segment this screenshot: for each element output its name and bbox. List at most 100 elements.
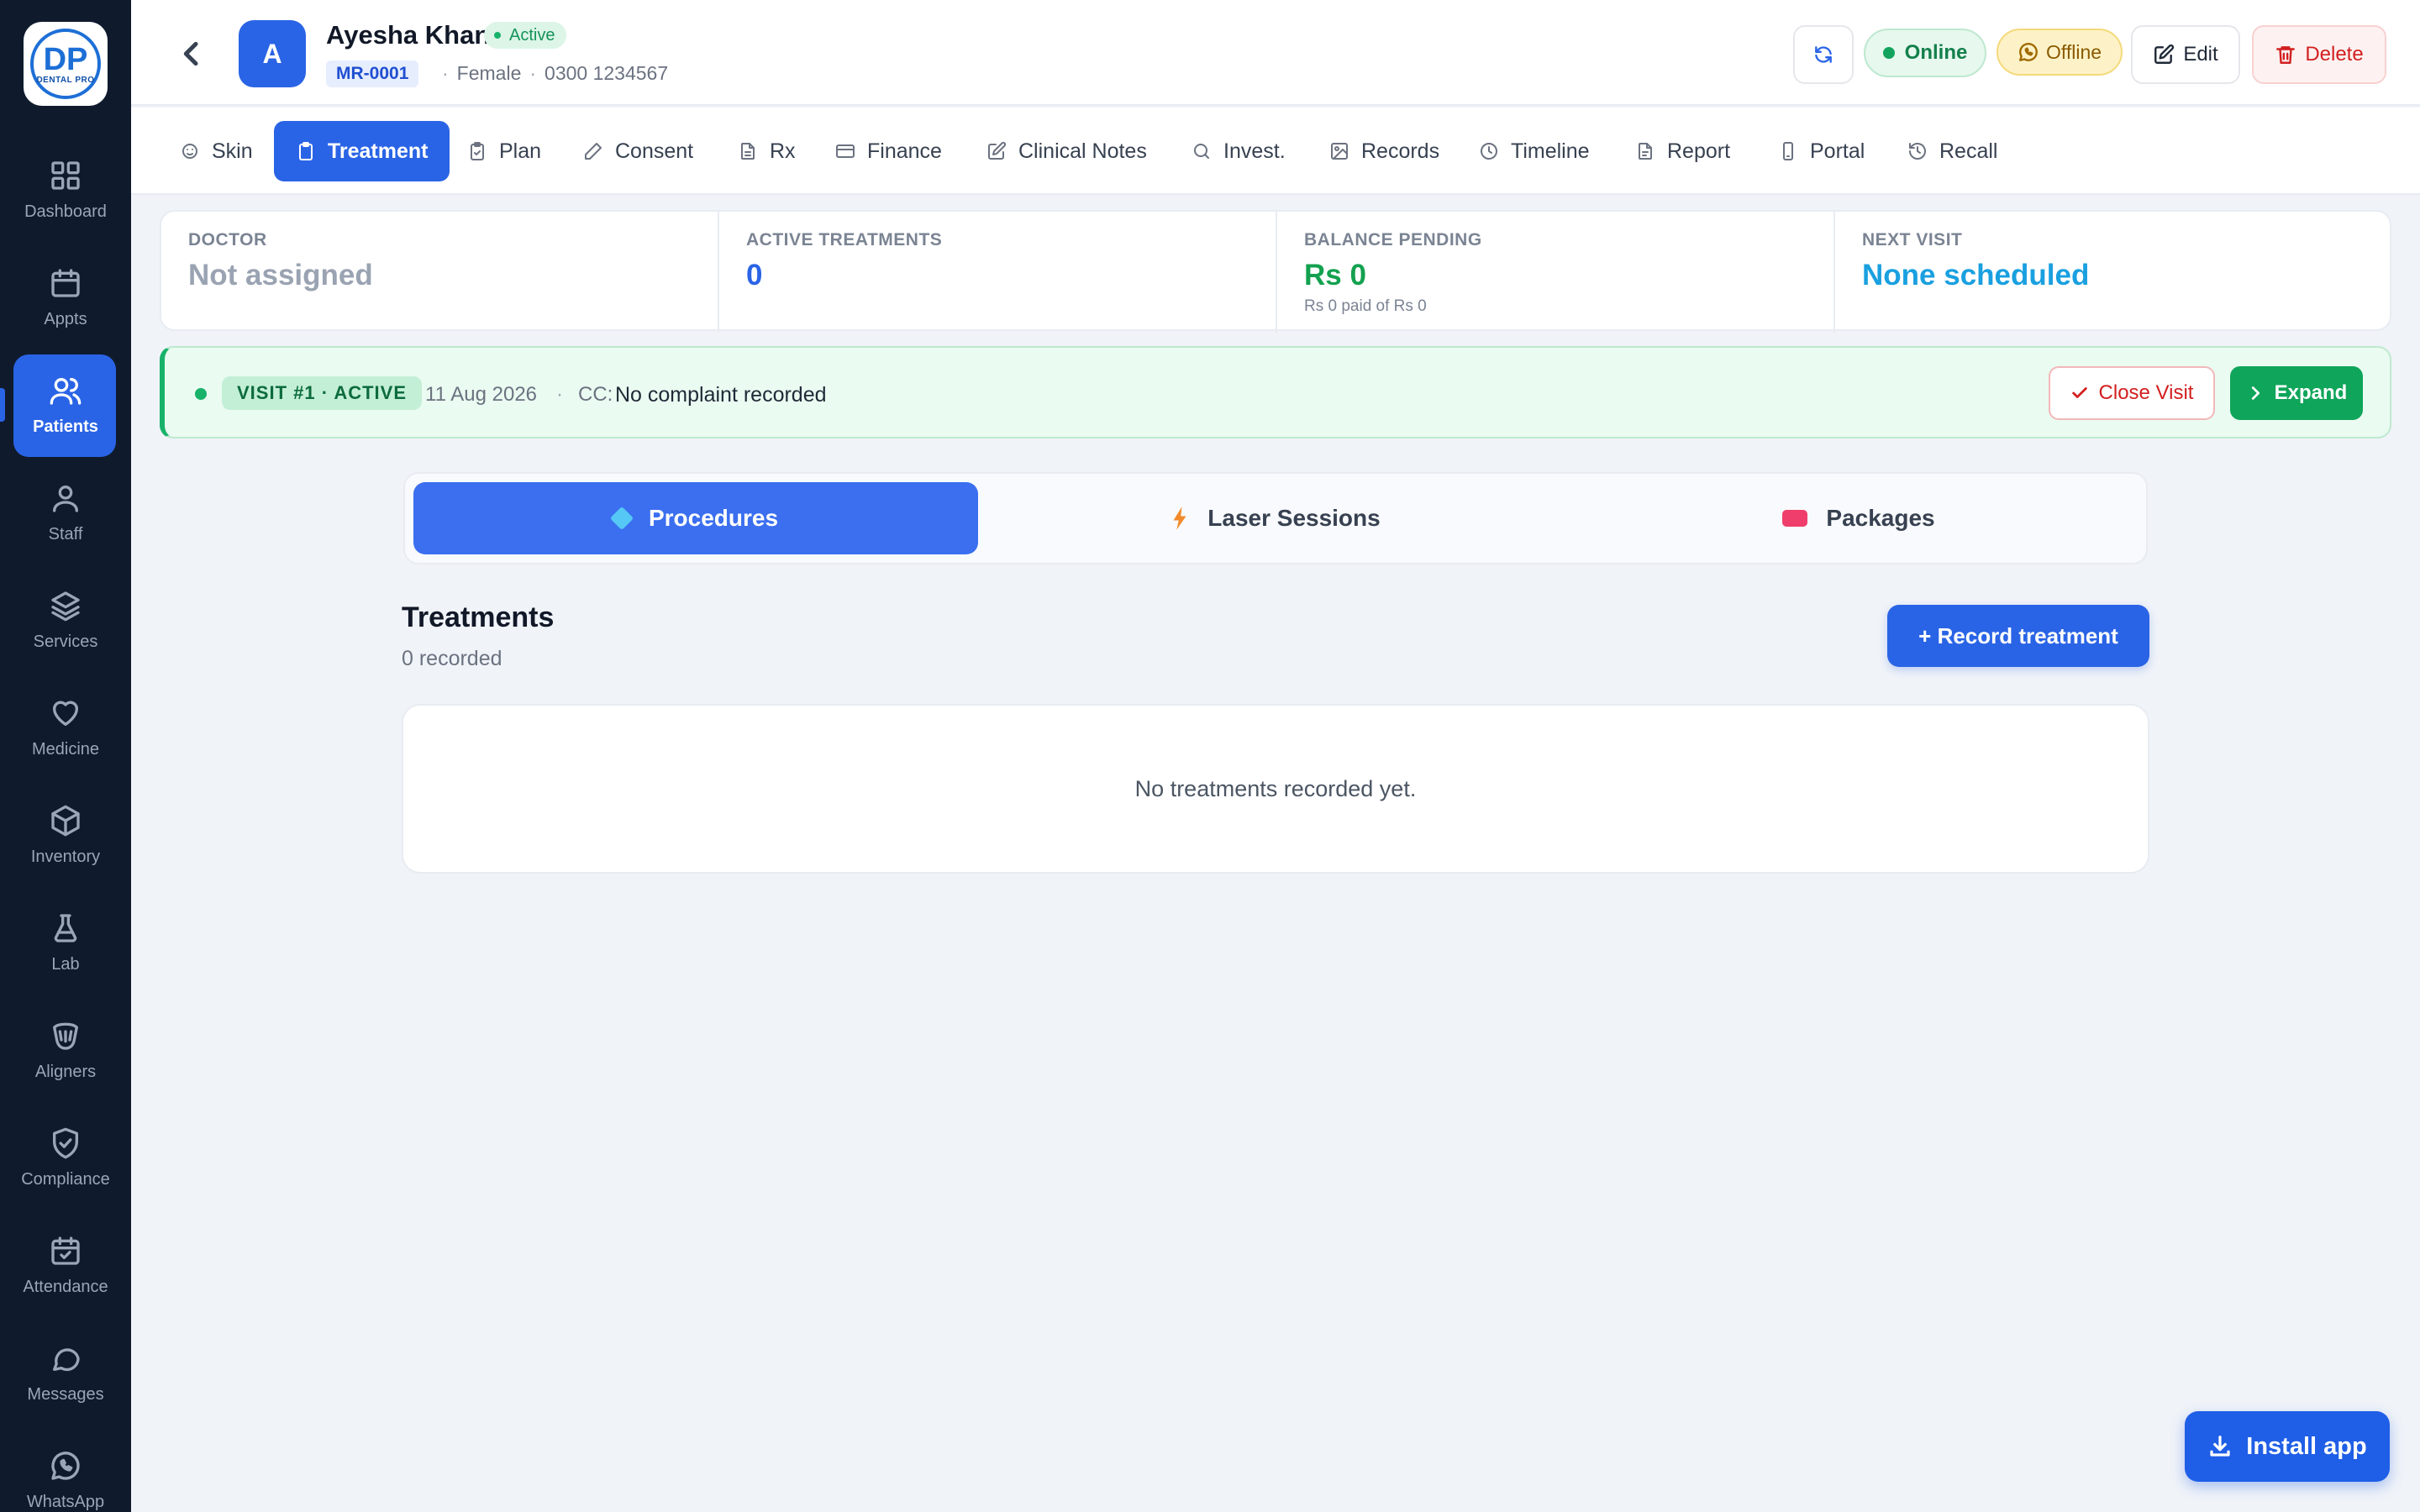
meta-separator: ·	[442, 62, 449, 84]
subtab-laser-sessions[interactable]: Laser Sessions	[993, 482, 1558, 554]
tab-consent[interactable]: Consent	[583, 121, 693, 181]
sync-button[interactable]	[1793, 25, 1854, 84]
sidebar-item-whatsapp[interactable]: WhatsApp	[0, 1426, 131, 1512]
summary-label: ACTIVE TREATMENTS	[746, 230, 943, 249]
summary-doctor: DOCTOR Not assigned	[161, 212, 719, 333]
flask-icon	[54, 913, 77, 942]
subtab-packages[interactable]: Packages	[1576, 482, 2141, 554]
online-status-badge[interactable]: Online	[1864, 29, 1986, 77]
subtab-label: Packages	[1826, 505, 1935, 531]
tab-timeline[interactable]: Timeline	[1479, 121, 1590, 181]
sidebar-item-label: Messages	[27, 1384, 104, 1404]
sidebar-item-inventory[interactable]: Inventory	[0, 781, 131, 889]
subtab-label: Procedures	[648, 505, 779, 531]
tab-plan[interactable]: Plan	[467, 121, 541, 181]
tab-rx[interactable]: Rx	[738, 121, 796, 181]
aligner-icon	[53, 1022, 79, 1050]
active-indicator	[0, 388, 5, 422]
patient-meta: · Female · 0300 1234567	[434, 62, 668, 85]
summary-value: 0	[746, 259, 763, 291]
tab-skin[interactable]: Skin	[180, 121, 253, 181]
visit-date: 11 Aug 2026	[425, 383, 538, 406]
app-logo[interactable]: DP DENTAL PRO	[24, 22, 108, 106]
tab-records[interactable]: Records	[1329, 121, 1439, 181]
sidebar-item-patients[interactable]: Patients	[0, 351, 131, 459]
ticket-icon	[1782, 510, 1808, 527]
treatment-subtabs: Procedures Laser Sessions Packages	[403, 472, 2148, 564]
tab-finance[interactable]: Finance	[835, 121, 942, 181]
visit-badge: VISIT #1 · ACTIVE	[222, 376, 423, 410]
tab-label: Plan	[499, 139, 542, 163]
edit-icon	[988, 141, 1007, 160]
lightning-icon	[1173, 507, 1186, 530]
sidebar-item-dashboard[interactable]: Dashboard	[0, 136, 131, 244]
treatments-count: 0 recorded	[402, 647, 502, 670]
sidebar-item-aligners[interactable]: Aligners	[0, 996, 131, 1104]
clipboard-icon	[299, 142, 313, 160]
patient-tabs: Skin Treatment Plan Consent Rx Finance C…	[131, 108, 2420, 195]
tab-label: Timeline	[1511, 139, 1590, 163]
document-icon	[1639, 143, 1652, 160]
sidebar-item-attendance[interactable]: Attendance	[0, 1211, 131, 1319]
offline-label: Offline	[2045, 40, 2102, 63]
expand-label: Expand	[2274, 381, 2348, 404]
sidebar-item-label: Compliance	[21, 1169, 110, 1189]
search-icon	[1194, 144, 1209, 159]
trash-icon	[2276, 46, 2296, 64]
summary-label: NEXT VISIT	[1862, 230, 1963, 249]
subtab-procedures[interactable]: Procedures	[413, 482, 978, 554]
refresh-icon	[1815, 46, 1832, 63]
sidebar-item-label: Dashboard	[24, 202, 107, 221]
file-icon	[741, 143, 755, 160]
tab-label: Records	[1361, 139, 1440, 163]
sidebar-item-compliance[interactable]: Compliance	[0, 1104, 131, 1211]
chevron-left-icon	[183, 41, 198, 66]
phone-icon	[1783, 142, 1793, 160]
tab-invest[interactable]: Invest.	[1192, 121, 1286, 181]
pen-icon	[585, 143, 602, 160]
tab-label: Skin	[212, 139, 253, 163]
whatsapp-offline-badge[interactable]: Offline	[1996, 29, 2123, 76]
delete-button[interactable]: Delete	[2252, 25, 2386, 84]
card-icon	[836, 144, 855, 158]
users-icon	[50, 377, 82, 405]
sidebar-item-staff[interactable]: Staff	[0, 459, 131, 566]
sidebar-item-label: Aligners	[34, 1062, 97, 1081]
visit-status-dot	[195, 388, 207, 400]
patient-name: Ayesha Khan	[326, 20, 491, 50]
online-label: Online	[1904, 41, 1968, 64]
patient-phone: 0300 1234567	[544, 62, 669, 84]
sidebar-item-label: Appts	[44, 309, 87, 328]
tab-label: Finance	[867, 139, 942, 163]
logo-text: DP	[43, 41, 88, 77]
install-app-button[interactable]: Install app	[2185, 1411, 2390, 1482]
sidebar-item-medicine[interactable]: Medicine	[0, 674, 131, 781]
download-icon	[2210, 1436, 2230, 1457]
tab-portal[interactable]: Portal	[1778, 121, 1865, 181]
online-dot	[1882, 47, 1895, 59]
close-visit-button[interactable]: Close Visit	[2049, 366, 2215, 420]
back-button[interactable]	[175, 37, 208, 71]
history-icon	[1909, 143, 1926, 160]
sidebar-item-lab[interactable]: Lab	[0, 889, 131, 996]
diamond-icon	[609, 506, 634, 531]
sidebar-item-services[interactable]: Services	[0, 566, 131, 674]
sidebar-item-messages[interactable]: Messages	[0, 1319, 131, 1426]
layers-icon	[51, 591, 80, 621]
clipboard-check-icon	[471, 142, 484, 160]
tab-treatment[interactable]: Treatment	[274, 121, 450, 181]
tab-clinical-notes[interactable]: Clinical Notes	[986, 121, 1147, 181]
expand-visit-button[interactable]: Expand	[2230, 366, 2363, 420]
shield-check-icon	[53, 1127, 79, 1158]
tab-label: Consent	[615, 139, 694, 163]
tab-report[interactable]: Report	[1635, 121, 1730, 181]
edit-button[interactable]: Edit	[2131, 25, 2240, 84]
record-treatment-button[interactable]: + Record treatment	[1887, 605, 2149, 667]
tab-recall[interactable]: Recall	[1907, 121, 1997, 181]
chief-complaint-value: No complaint recorded	[615, 383, 827, 407]
empty-state-message: No treatments recorded yet.	[1134, 775, 1417, 801]
summary-value: Rs 0	[1304, 259, 1366, 291]
sidebar-item-appts[interactable]: Appts	[0, 244, 131, 351]
logo-tooth-icon: DP DENTAL PRO	[30, 29, 101, 99]
summary-label: DOCTOR	[188, 230, 267, 249]
